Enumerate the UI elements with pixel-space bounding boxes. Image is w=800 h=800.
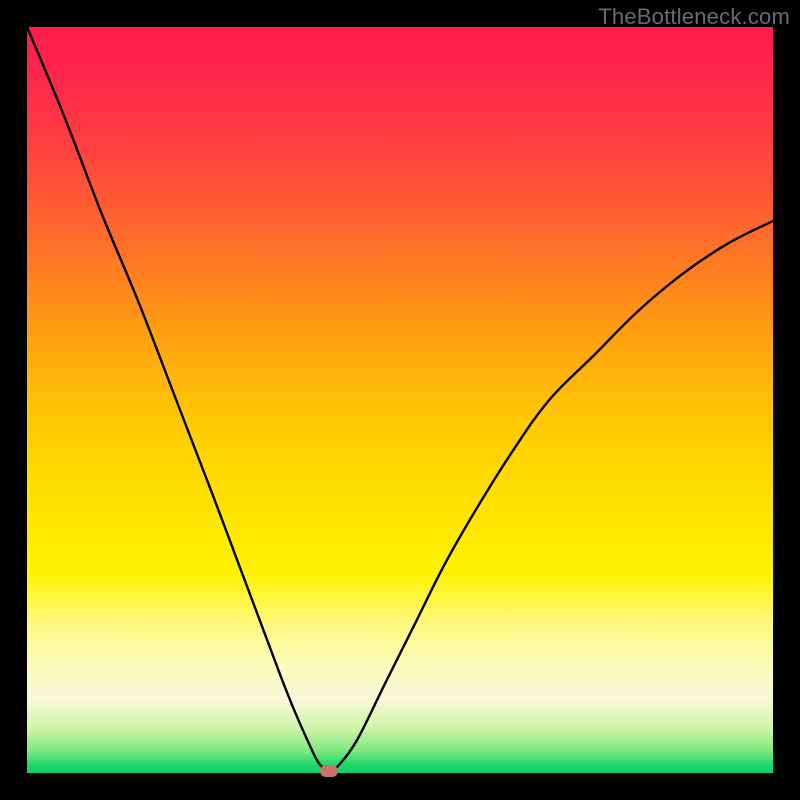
- chart-container: TheBottleneck.com: [0, 0, 800, 800]
- plot-area: [27, 27, 773, 773]
- optimal-marker: [320, 765, 338, 777]
- watermark-text: TheBottleneck.com: [598, 4, 790, 30]
- bottleneck-curve: [27, 27, 773, 773]
